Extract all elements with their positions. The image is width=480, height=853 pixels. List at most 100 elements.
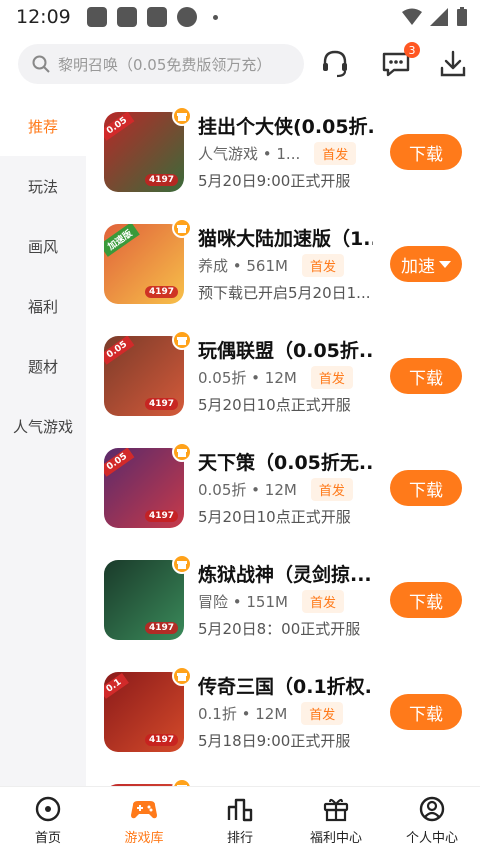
release-info: 预下载已开启5月20日1... — [198, 284, 371, 302]
sidebar-item-benefits[interactable]: 福利 — [0, 276, 86, 336]
list-item[interactable]: 加速版 4197 猫咪大陆加速版（1... 养成 • 561M 首发 预下载已开… — [86, 208, 480, 320]
download-button-label: 下载 — [409, 704, 443, 724]
nav-profile-label: 个人中心 — [405, 830, 458, 846]
status-indicators — [402, 7, 468, 27]
download-button[interactable]: 下载 — [390, 134, 462, 170]
signal-icon — [430, 8, 448, 26]
game-name: 炼狱战神（灵剑掠... — [198, 564, 372, 586]
search-placeholder: 黎明召唤（0.05免费版领万充） — [58, 55, 272, 74]
battery-icon — [457, 7, 467, 26]
list-item[interactable]: 4197 炼狱战神（灵剑掠... 冒险 • 151M 首发 5月20日8：00正… — [86, 544, 480, 656]
accelerate-button[interactable]: 加速 — [390, 246, 462, 282]
game-icon: 0.1 4197 — [104, 672, 184, 752]
icon-tag: 4197 — [144, 398, 178, 410]
game-meta: 0.05折 • 12M 首发 — [198, 478, 353, 501]
download-icon[interactable] — [437, 48, 469, 80]
icon-tag: 4197 — [144, 174, 178, 186]
download-button-label: 下载 — [409, 480, 443, 500]
icon-ribbon: 0.05 — [104, 336, 135, 365]
download-button-label: 下载 — [409, 592, 443, 612]
icon-ribbon: 0.1 — [104, 673, 129, 699]
game-category-size: 养成 • 561M — [198, 257, 288, 275]
icon-tag: 4197 — [144, 622, 178, 634]
notification-icon — [146, 7, 167, 27]
gift-icon — [172, 218, 192, 238]
bottom-nav: 首页 游戏库 排行 福利中心 个人中心 — [0, 786, 480, 853]
icon-tag: 4197 — [144, 286, 178, 298]
message-button[interactable]: 3 — [380, 42, 420, 80]
game-category-size: 人气游戏 • 1... — [198, 145, 301, 163]
icon-ribbon: 0.05 — [104, 112, 135, 141]
game-name: 挂出个大侠(0.05折... — [198, 116, 373, 138]
download-button-label: 下载 — [409, 144, 443, 164]
nav-welfare-center-label: 福利中心 — [309, 830, 362, 846]
search-input[interactable]: 黎明召唤（0.05免费版领万充） — [18, 44, 304, 84]
sidebar-item-art-style[interactable]: 画风 — [0, 216, 86, 276]
wifi-icon — [402, 8, 422, 25]
first-release-tag: 首发 — [301, 702, 344, 725]
first-release-tag: 首发 — [310, 366, 353, 389]
game-meta: 冒险 • 151M 首发 — [198, 590, 344, 613]
game-icon: 0.05 4197 — [104, 448, 184, 528]
game-name: 传奇三国（0.1折权... — [198, 676, 373, 698]
download-button-label: 下载 — [409, 368, 443, 388]
nav-welfare-center[interactable]: 福利中心 — [288, 787, 384, 853]
list-item[interactable]: 0.1 4197 传奇三国（0.1折权... 0.1折 • 12M 首发 5月1… — [86, 656, 480, 768]
game-name: 猫咪大陆加速版（1... — [198, 228, 373, 250]
ranking-icon — [227, 798, 253, 821]
icon-ribbon: 加速版 — [104, 224, 140, 257]
download-button[interactable]: 下载 — [390, 582, 462, 618]
nav-profile[interactable]: 个人中心 — [384, 787, 480, 853]
nav-ranking[interactable]: 排行 — [192, 787, 288, 853]
game-category-size: 冒险 • 151M — [198, 593, 288, 611]
first-release-tag: 首发 — [310, 478, 353, 501]
sidebar-item-popular[interactable]: 人气游戏 — [0, 396, 86, 456]
game-name: 天下策（0.05折无... — [198, 452, 373, 474]
game-category-size: 0.1折 • 12M — [198, 705, 288, 723]
gift-icon — [172, 554, 192, 574]
more-notifications-icon — [212, 14, 218, 20]
accelerate-button-label: 加速 — [401, 256, 435, 276]
gamepad-icon — [131, 800, 157, 818]
search-icon — [32, 55, 50, 73]
nav-home-label: 首页 — [34, 830, 61, 846]
status-time: 12:09 — [16, 6, 71, 28]
user-icon — [419, 796, 445, 821]
game-icon: 0.05 4197 — [104, 336, 184, 416]
list-item[interactable]: 0.05 4197 玩偶联盟（0.05折... 0.05折 • 12M 首发 5… — [86, 320, 480, 432]
download-button[interactable]: 下载 — [390, 470, 462, 506]
game-name: 玩偶联盟（0.05折... — [198, 340, 373, 362]
gift-icon — [172, 330, 192, 350]
gift-icon — [172, 778, 192, 786]
icon-tag: 4197 — [144, 510, 178, 522]
caret-down-icon — [439, 260, 451, 268]
list-item[interactable]: 0.05 4197 天下策（0.05折无... 0.05折 • 12M 首发 5… — [86, 432, 480, 544]
nav-ranking-label: 排行 — [226, 830, 253, 846]
download-button[interactable]: 下载 — [390, 694, 462, 730]
game-meta: 人气游戏 • 1... 首发 — [198, 142, 357, 165]
icon-ribbon: 0.05 — [104, 448, 135, 477]
first-release-tag: 首发 — [314, 142, 357, 165]
sidebar-item-gameplay[interactable]: 玩法 — [0, 156, 86, 216]
list-item[interactable] — [86, 768, 480, 786]
game-icon: 加速版 4197 — [104, 224, 184, 304]
release-info: 5月20日8：00正式开服 — [198, 620, 361, 638]
message-badge: 3 — [404, 42, 420, 58]
home-icon — [35, 796, 61, 821]
list-item[interactable]: 0.05 4197 挂出个大侠(0.05折... 人气游戏 • 1... 首发 … — [86, 96, 480, 208]
first-release-tag: 首发 — [301, 590, 344, 613]
gift-icon — [323, 798, 349, 821]
sidebar-item-recommend[interactable]: 推荐 — [0, 96, 86, 156]
nav-game-library[interactable]: 游戏库 — [96, 787, 192, 853]
game-category-size: 0.05折 • 12M — [198, 481, 297, 499]
category-sidebar: 推荐 玩法 画风 福利 题材 人气游戏 — [0, 96, 86, 786]
customer-service-icon[interactable] — [319, 48, 351, 80]
release-info: 5月20日10点正式开服 — [198, 396, 351, 414]
sidebar-item-theme[interactable]: 题材 — [0, 336, 86, 396]
notification-icon — [86, 7, 107, 27]
nav-home[interactable]: 首页 — [0, 787, 96, 853]
download-button[interactable]: 下载 — [390, 358, 462, 394]
notification-icon — [116, 7, 137, 27]
game-list: 0.05 4197 挂出个大侠(0.05折... 人气游戏 • 1... 首发 … — [86, 96, 480, 786]
release-info: 5月20日10点正式开服 — [198, 508, 351, 526]
